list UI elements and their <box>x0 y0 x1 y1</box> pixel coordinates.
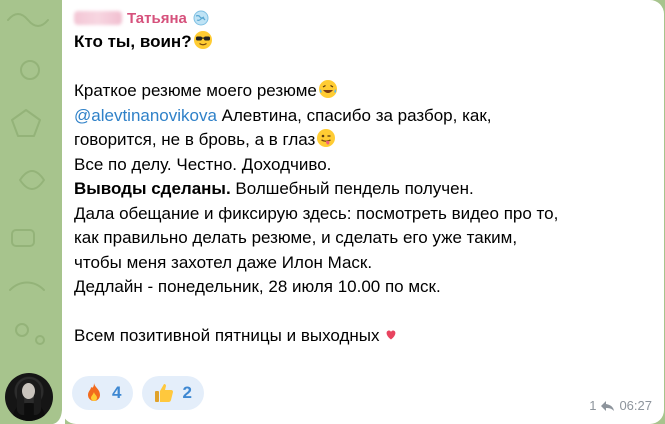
reaction-thumbs-up[interactable]: 2 <box>142 376 204 410</box>
user-mention-link[interactable]: @alevtinanovikova <box>74 106 217 125</box>
sender-name-row[interactable]: Татьяна <box>74 8 209 28</box>
message-line-8: как правильно делать резюме, и сделать е… <box>74 228 518 247</box>
chat-background: Татьяна Кто ты, воин? Краткое резюме мое… <box>0 0 665 424</box>
message-line-3: @alevtinanovikova Алевтина, спасибо за р… <box>74 105 492 125</box>
message-meta: 1 06:27 <box>589 398 652 413</box>
reactions-bar: 4 2 <box>72 376 204 410</box>
message-text: Кто ты, воин? Краткое резюме моего резюм… <box>74 30 659 349</box>
winking-tongue-emoji-icon <box>317 129 336 147</box>
globe-status-icon <box>193 10 209 26</box>
fire-icon <box>88 383 100 401</box>
reply-count[interactable]: 1 <box>589 398 596 413</box>
message-line-10: Дедлайн - понедельник, 28 июля 10.00 по … <box>74 277 441 296</box>
message-line-9: чтобы меня захотел даже Илон Маск. <box>74 252 373 272</box>
sunglasses-emoji-icon <box>193 31 212 49</box>
message-line-11: Всем позитивной пятницы и выходных <box>74 324 659 349</box>
message-title: Кто ты, воин? <box>74 32 192 51</box>
message-line-2: Краткое резюме моего резюме <box>74 79 659 104</box>
laughing-tears-emoji-icon <box>318 80 337 98</box>
message-line-1: Кто ты, воин? <box>74 30 659 55</box>
reaction-fire[interactable]: 4 <box>72 376 134 410</box>
sender-avatar[interactable] <box>5 373 53 421</box>
message-line-5: Все по делу. Честно. Доходчиво. <box>74 154 332 174</box>
heart-emoji-icon <box>386 330 395 340</box>
message-line-6: Выводы сделаны. Волшебный пендель получе… <box>74 179 474 198</box>
reaction-thumbs-up-count: 2 <box>182 383 192 402</box>
message-line-4: говорится, не в бровь, а в глаз <box>74 128 659 153</box>
reaction-fire-count: 4 <box>112 383 122 402</box>
sender-name[interactable]: Татьяна <box>127 10 187 27</box>
message-bubble[interactable]: Татьяна Кто ты, воин? Краткое резюме мое… <box>62 0 664 424</box>
sender-name-blurred <box>74 11 122 25</box>
reply-arrow-icon[interactable] <box>600 400 615 412</box>
message-line-7: Дала обещание и фиксирую здесь: посмотре… <box>74 203 559 223</box>
message-time: 06:27 <box>619 398 652 413</box>
thumbs-up-icon <box>155 384 174 402</box>
